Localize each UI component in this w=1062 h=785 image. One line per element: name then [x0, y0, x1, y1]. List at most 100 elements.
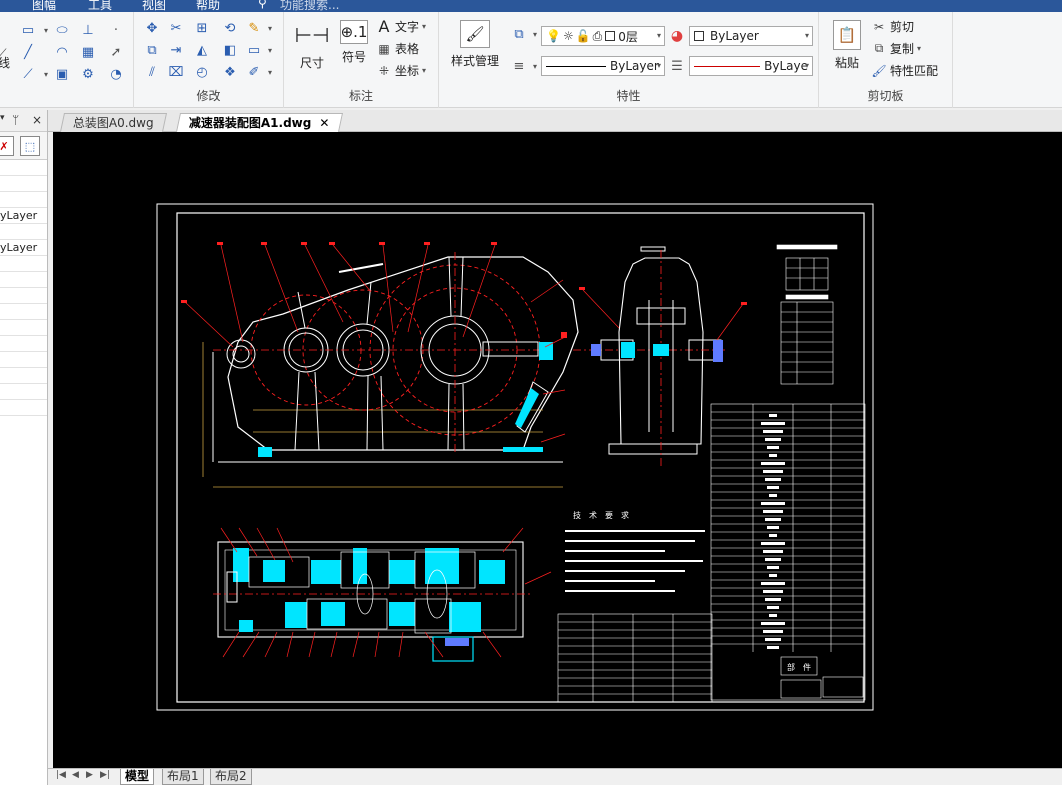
dropdown-arrow-icon[interactable]: ▾ — [38, 22, 54, 38]
gear-icon[interactable]: ⚙ — [80, 66, 96, 82]
scale-icon[interactable]: ◧ — [222, 42, 238, 58]
parts-list-entry — [767, 526, 779, 529]
linetype-combo[interactable]: ByLayer ▾ — [541, 56, 665, 76]
search-input[interactable]: 功能搜索... — [280, 0, 339, 12]
close-icon[interactable]: ✕ — [319, 116, 329, 130]
tab-layout-1[interactable]: 布局1 — [162, 769, 204, 785]
construction-line-icon[interactable]: ⟋ — [20, 66, 36, 82]
prev-layout-icon[interactable]: ◀ — [72, 770, 79, 780]
mirror-icon[interactable]: ◭ — [194, 42, 210, 58]
cut-button[interactable]: ✂ 剪切 — [871, 18, 914, 35]
next-layout-icon[interactable]: ▶ — [86, 770, 93, 780]
property-row[interactable] — [0, 272, 47, 288]
property-row[interactable] — [0, 288, 47, 304]
dimension-button[interactable]: ⊢⊣ 尺寸 — [292, 20, 332, 71]
paste-button[interactable]: 📋 粘贴 — [827, 20, 867, 71]
trim-icon[interactable]: ✂ — [168, 20, 184, 36]
offset-icon[interactable]: ⫽ — [144, 64, 160, 80]
move-icon[interactable]: ✥ — [144, 20, 160, 36]
axis-icon[interactable]: ⊥ — [80, 22, 96, 38]
property-row[interactable] — [0, 320, 47, 336]
property-row[interactable] — [0, 384, 47, 400]
line-icon[interactable]: ╱ — [20, 44, 36, 60]
style-manager-button[interactable]: 🖌 样式管理 — [443, 20, 507, 69]
dropdown-arrow-icon[interactable]: ▾ — [262, 42, 278, 58]
coordinate-icon: ⁜ — [378, 63, 390, 78]
pointer-icon[interactable]: ➚ — [108, 44, 124, 60]
panel-menu-icon[interactable]: ▾ — [0, 113, 5, 123]
menu-item[interactable]: 工具 — [88, 0, 112, 12]
fillet-icon[interactable]: ◴ — [194, 64, 210, 80]
symbol-button[interactable]: ⊕.1 符号 — [334, 20, 374, 65]
explode-icon[interactable]: ❖ — [222, 64, 238, 80]
region-icon[interactable]: ▣ — [54, 66, 70, 82]
menu-item[interactable]: 帮助 — [196, 0, 220, 12]
ellipse-icon[interactable]: ⬭ — [54, 22, 70, 38]
tab-document-0[interactable]: 总装图A0.dwg — [59, 113, 167, 132]
color-combo[interactable]: ByLayer ▾ — [689, 26, 813, 46]
tab-model[interactable]: 模型 — [120, 769, 155, 785]
copy-icon[interactable]: ⧉ — [144, 42, 160, 58]
stretch-icon[interactable]: ▭ — [246, 42, 262, 58]
dropdown-arrow-icon[interactable]: ▾ — [262, 20, 278, 36]
cad-drawing[interactable]: 技 术 要 求 部 件 — [53, 132, 1062, 768]
last-layout-icon[interactable]: ▶| — [100, 770, 110, 780]
pin-icon[interactable]: ᛘ — [12, 113, 19, 127]
panel-toolbar: ✗ ⬚ — [0, 132, 47, 160]
property-row[interactable] — [0, 304, 47, 320]
pie-icon[interactable]: ◔ — [108, 66, 124, 82]
parts-list-entry — [769, 494, 777, 497]
copy-button[interactable]: ⧉ 复制 ▾ — [871, 40, 921, 57]
deselect-icon[interactable]: ✗ — [0, 136, 14, 156]
dimension-icon: ⊢⊣ — [294, 23, 330, 47]
brush-icon[interactable]: ✎ — [246, 20, 262, 36]
array-icon[interactable]: ⊞ — [194, 20, 210, 36]
property-row[interactable] — [0, 336, 47, 352]
lineweight-icon[interactable]: ☰ — [669, 58, 685, 74]
layer-value: 0层 — [618, 29, 638, 44]
break-icon[interactable]: ⌧ — [168, 64, 184, 80]
property-row[interactable] — [0, 368, 47, 384]
layer-manager-icon[interactable]: ⧉ — [511, 26, 527, 42]
coordinate-button[interactable]: ⁜ 坐标 ▾ — [376, 62, 426, 79]
property-row[interactable]: yLayer — [0, 240, 47, 256]
rectangle-icon[interactable]: ▭ — [20, 22, 36, 38]
linetype-list-icon[interactable]: ≡ — [511, 58, 527, 74]
quick-select-icon[interactable]: ⬚ — [20, 136, 40, 156]
property-row[interactable]: yLayer — [0, 208, 47, 224]
text-button[interactable]: A 文字 ▾ — [376, 17, 427, 36]
color-wheel-icon[interactable]: ◕ — [669, 28, 685, 44]
tab-layout-2[interactable]: 布局2 — [210, 769, 252, 785]
property-row[interactable] — [0, 256, 47, 272]
hatch-icon[interactable]: ▦ — [80, 44, 96, 60]
first-layout-icon[interactable]: |◀ — [56, 770, 66, 780]
property-row[interactable] — [0, 400, 47, 416]
edit-icon[interactable]: ✐ — [246, 64, 262, 80]
arc-icon[interactable]: ◠ — [54, 44, 70, 60]
property-row[interactable] — [0, 224, 47, 240]
match-properties-button[interactable]: 🖌 特性匹配 — [871, 62, 938, 79]
tab-document-1[interactable]: 减速器装配图A1.dwg ✕ — [175, 113, 343, 132]
table-button[interactable]: ▦ 表格 — [376, 40, 419, 57]
symbol-icon: ⊕.1 — [340, 20, 368, 44]
line-button[interactable]: 线 — [0, 54, 10, 71]
rotate-icon[interactable]: ⟲ — [222, 20, 238, 36]
panel-header: ▾ ᛘ × — [0, 110, 47, 132]
extend-icon[interactable]: ⇥ — [168, 42, 184, 58]
menu-item[interactable]: 视图 — [142, 0, 166, 12]
drawing-canvas[interactable]: 技 术 要 求 部 件 — [53, 132, 1062, 768]
property-row[interactable] — [0, 160, 47, 176]
property-row[interactable] — [0, 176, 47, 192]
property-row[interactable] — [0, 192, 47, 208]
lineweight-combo[interactable]: ByLaye ▾ — [689, 56, 813, 76]
dropdown-arrow-icon[interactable]: ▾ — [262, 64, 278, 80]
parts-list-entry — [765, 638, 781, 641]
color-value: ByLayer — [710, 29, 759, 43]
close-icon[interactable]: × — [32, 113, 42, 127]
linetype-sample — [546, 65, 606, 67]
point-icon[interactable]: · — [108, 22, 124, 38]
dropdown-arrow-icon[interactable]: ▾ — [38, 66, 54, 82]
layer-combo[interactable]: 💡 ☼ 🔓 ⎙ 0层 ▾ — [541, 26, 665, 46]
menu-item[interactable]: 图幅 — [32, 0, 56, 12]
property-row[interactable] — [0, 352, 47, 368]
